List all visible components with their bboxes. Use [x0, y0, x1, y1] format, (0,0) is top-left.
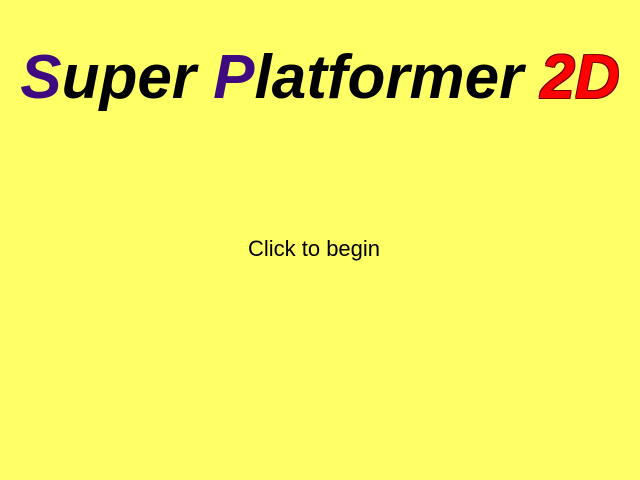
game-start-screen[interactable]: Super Platformer 2D Click to begin	[0, 0, 640, 480]
title-initial-p: P	[213, 43, 255, 112]
game-title: Super Platformer 2D	[0, 42, 640, 114]
title-text-latformer: latformer	[254, 43, 541, 112]
click-to-begin-prompt[interactable]: Click to begin	[0, 236, 628, 262]
title-initial-s: S	[20, 43, 62, 112]
title-text-uper: uper	[61, 43, 214, 112]
title-suffix-2d: 2D	[540, 43, 620, 112]
